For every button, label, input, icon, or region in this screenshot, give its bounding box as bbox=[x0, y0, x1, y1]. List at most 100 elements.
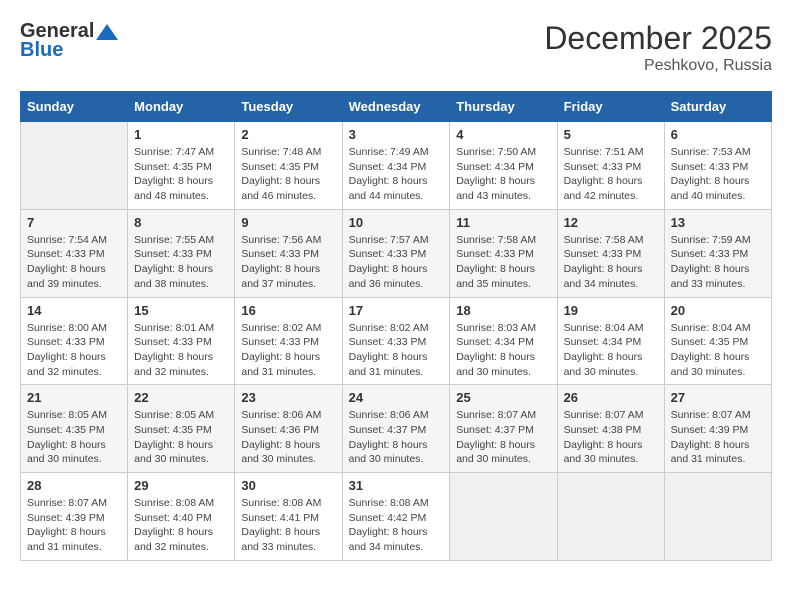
day-number: 24 bbox=[349, 390, 444, 405]
calendar-cell: 1Sunrise: 7:47 AM Sunset: 4:35 PM Daylig… bbox=[128, 122, 235, 210]
calendar-cell: 18Sunrise: 8:03 AM Sunset: 4:34 PM Dayli… bbox=[450, 297, 557, 385]
logo-icon bbox=[96, 24, 118, 40]
day-number: 30 bbox=[241, 478, 335, 493]
calendar-cell: 16Sunrise: 8:02 AM Sunset: 4:33 PM Dayli… bbox=[235, 297, 342, 385]
weekday-header-row: SundayMondayTuesdayWednesdayThursdayFrid… bbox=[21, 92, 772, 122]
calendar-cell: 6Sunrise: 7:53 AM Sunset: 4:33 PM Daylig… bbox=[664, 122, 771, 210]
day-number: 5 bbox=[564, 127, 658, 142]
day-info: Sunrise: 8:07 AM Sunset: 4:39 PM Dayligh… bbox=[671, 408, 765, 467]
weekday-header-monday: Monday bbox=[128, 92, 235, 122]
day-number: 8 bbox=[134, 215, 228, 230]
calendar-cell: 29Sunrise: 8:08 AM Sunset: 4:40 PM Dayli… bbox=[128, 473, 235, 561]
calendar-cell: 9 Sunrise: 7:56 AM Sunset: 4:33 PM Daylig… bbox=[235, 209, 342, 297]
logo-blue-text: Blue bbox=[20, 39, 63, 62]
calendar-cell: 7 Sunrise: 7:54 AM Sunset: 4:33 PM Daylig… bbox=[21, 209, 128, 297]
location: Peshkovo, Russia bbox=[544, 57, 772, 75]
day-number: 20 bbox=[671, 303, 765, 318]
calendar-cell: 28 Sunrise: 8:07 AM Sunset: 4:39 PM Dayli… bbox=[21, 473, 128, 561]
weekday-header-friday: Friday bbox=[557, 92, 664, 122]
calendar-cell: 24 Sunrise: 8:06 AM Sunset: 4:37 PM Dayli… bbox=[342, 385, 450, 473]
weekday-header-saturday: Saturday bbox=[664, 92, 771, 122]
day-number: 11 bbox=[456, 215, 550, 230]
day-number: 6 bbox=[671, 127, 765, 142]
calendar-cell: 2Sunrise: 7:48 AM Sunset: 4:35 PM Daylig… bbox=[235, 122, 342, 210]
day-number: 4 bbox=[456, 127, 550, 142]
day-info: Sunrise: 7:55 AM Sunset: 4:33 PM Dayligh… bbox=[134, 233, 228, 292]
day-number: 3 bbox=[349, 127, 444, 142]
day-info: Sunrise: 7:54 AM Sunset: 4:33 PM Dayligh… bbox=[27, 233, 121, 292]
day-info: Sunrise: 7:49 AM Sunset: 4:34 PM Dayligh… bbox=[349, 145, 444, 204]
day-info: Sunrise: 8:06 AM Sunset: 4:37 PM Dayligh… bbox=[349, 408, 444, 467]
day-number: 31 bbox=[349, 478, 444, 493]
calendar-cell: 5Sunrise: 7:51 AM Sunset: 4:33 PM Daylig… bbox=[557, 122, 664, 210]
day-info: Sunrise: 8:07 AM Sunset: 4:37 PM Dayligh… bbox=[456, 408, 550, 467]
calendar-cell: 23 Sunrise: 8:06 AM Sunset: 4:36 PM Dayli… bbox=[235, 385, 342, 473]
title-area: December 2025 Peshkovo, Russia bbox=[544, 20, 772, 75]
weekday-header-thursday: Thursday bbox=[450, 92, 557, 122]
day-info: Sunrise: 7:56 AM Sunset: 4:33 PM Dayligh… bbox=[241, 233, 335, 292]
calendar-cell: 13Sunrise: 7:59 AM Sunset: 4:33 PM Dayli… bbox=[664, 209, 771, 297]
day-number: 28 bbox=[27, 478, 121, 493]
calendar-cell: 15 Sunrise: 8:01 AM Sunset: 4:33 PM Dayli… bbox=[128, 297, 235, 385]
day-info: Sunrise: 8:04 AM Sunset: 4:35 PM Dayligh… bbox=[671, 321, 765, 380]
calendar-cell: 10 Sunrise: 7:57 AM Sunset: 4:33 PM Dayli… bbox=[342, 209, 450, 297]
day-number: 2 bbox=[241, 127, 335, 142]
week-row-1: 7 Sunrise: 7:54 AM Sunset: 4:33 PM Daylig… bbox=[21, 209, 772, 297]
calendar-cell: 19 Sunrise: 8:04 AM Sunset: 4:34 PM Dayli… bbox=[557, 297, 664, 385]
day-number: 7 bbox=[27, 215, 121, 230]
day-info: Sunrise: 8:04 AM Sunset: 4:34 PM Dayligh… bbox=[564, 321, 658, 380]
header: General Blue December 2025 Peshkovo, Rus… bbox=[20, 20, 772, 75]
weekday-header-tuesday: Tuesday bbox=[235, 92, 342, 122]
calendar-cell: 26 Sunrise: 8:07 AM Sunset: 4:38 PM Dayli… bbox=[557, 385, 664, 473]
day-number: 15 bbox=[134, 303, 228, 318]
calendar-table: SundayMondayTuesdayWednesdayThursdayFrid… bbox=[20, 91, 772, 561]
calendar-cell: 22 Sunrise: 8:05 AM Sunset: 4:35 PM Dayli… bbox=[128, 385, 235, 473]
day-info: Sunrise: 8:00 AM Sunset: 4:33 PM Dayligh… bbox=[27, 321, 121, 380]
day-number: 10 bbox=[349, 215, 444, 230]
day-info: Sunrise: 7:58 AM Sunset: 4:33 PM Dayligh… bbox=[564, 233, 658, 292]
day-info: Sunrise: 7:50 AM Sunset: 4:34 PM Dayligh… bbox=[456, 145, 550, 204]
day-number: 25 bbox=[456, 390, 550, 405]
weekday-header-wednesday: Wednesday bbox=[342, 92, 450, 122]
calendar-cell: 17 Sunrise: 8:02 AM Sunset: 4:33 PM Dayli… bbox=[342, 297, 450, 385]
day-info: Sunrise: 7:47 AM Sunset: 4:35 PM Dayligh… bbox=[134, 145, 228, 204]
calendar-cell bbox=[450, 473, 557, 561]
day-number: 14 bbox=[27, 303, 121, 318]
day-info: Sunrise: 7:57 AM Sunset: 4:33 PM Dayligh… bbox=[349, 233, 444, 292]
week-row-4: 28 Sunrise: 8:07 AM Sunset: 4:39 PM Dayli… bbox=[21, 473, 772, 561]
day-info: Sunrise: 8:08 AM Sunset: 4:42 PM Dayligh… bbox=[349, 496, 444, 555]
calendar-body: 1Sunrise: 7:47 AM Sunset: 4:35 PM Daylig… bbox=[21, 122, 772, 561]
day-info: Sunrise: 8:06 AM Sunset: 4:36 PM Dayligh… bbox=[241, 408, 335, 467]
calendar-cell: 21 Sunrise: 8:05 AM Sunset: 4:35 PM Dayli… bbox=[21, 385, 128, 473]
day-number: 19 bbox=[564, 303, 658, 318]
day-number: 27 bbox=[671, 390, 765, 405]
day-info: Sunrise: 8:07 AM Sunset: 4:39 PM Dayligh… bbox=[27, 496, 121, 555]
calendar-cell: 12Sunrise: 7:58 AM Sunset: 4:33 PM Dayli… bbox=[557, 209, 664, 297]
week-row-3: 21 Sunrise: 8:05 AM Sunset: 4:35 PM Dayli… bbox=[21, 385, 772, 473]
day-info: Sunrise: 8:05 AM Sunset: 4:35 PM Dayligh… bbox=[27, 408, 121, 467]
logo: General Blue bbox=[20, 20, 120, 62]
calendar-cell bbox=[21, 122, 128, 210]
calendar-cell: 30Sunrise: 8:08 AM Sunset: 4:41 PM Dayli… bbox=[235, 473, 342, 561]
calendar-cell bbox=[664, 473, 771, 561]
calendar-cell: 4 Sunrise: 7:50 AM Sunset: 4:34 PM Daylig… bbox=[450, 122, 557, 210]
day-number: 16 bbox=[241, 303, 335, 318]
calendar-cell: 25 Sunrise: 8:07 AM Sunset: 4:37 PM Dayli… bbox=[450, 385, 557, 473]
day-info: Sunrise: 7:58 AM Sunset: 4:33 PM Dayligh… bbox=[456, 233, 550, 292]
day-info: Sunrise: 8:01 AM Sunset: 4:33 PM Dayligh… bbox=[134, 321, 228, 380]
day-number: 22 bbox=[134, 390, 228, 405]
calendar-cell: 27 Sunrise: 8:07 AM Sunset: 4:39 PM Dayli… bbox=[664, 385, 771, 473]
day-number: 21 bbox=[27, 390, 121, 405]
calendar-cell: 11 Sunrise: 7:58 AM Sunset: 4:33 PM Dayli… bbox=[450, 209, 557, 297]
day-info: Sunrise: 8:02 AM Sunset: 4:33 PM Dayligh… bbox=[349, 321, 444, 380]
day-number: 9 bbox=[241, 215, 335, 230]
day-number: 23 bbox=[241, 390, 335, 405]
day-info: Sunrise: 8:05 AM Sunset: 4:35 PM Dayligh… bbox=[134, 408, 228, 467]
day-number: 13 bbox=[671, 215, 765, 230]
day-info: Sunrise: 8:03 AM Sunset: 4:34 PM Dayligh… bbox=[456, 321, 550, 380]
day-number: 26 bbox=[564, 390, 658, 405]
calendar-cell: 14 Sunrise: 8:00 AM Sunset: 4:33 PM Dayli… bbox=[21, 297, 128, 385]
day-info: Sunrise: 8:07 AM Sunset: 4:38 PM Dayligh… bbox=[564, 408, 658, 467]
day-number: 17 bbox=[349, 303, 444, 318]
day-number: 29 bbox=[134, 478, 228, 493]
